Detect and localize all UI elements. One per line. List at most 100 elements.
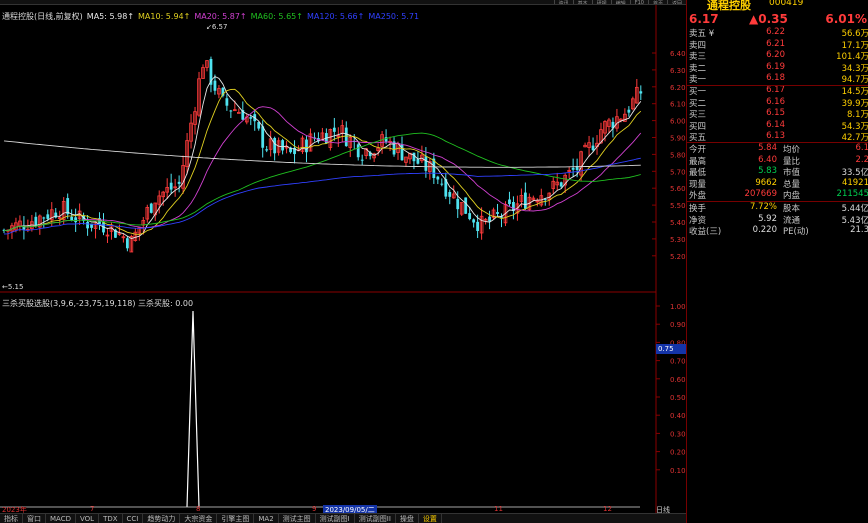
y-tick-label: 6.10 — [670, 101, 686, 109]
candle-body-down — [360, 159, 364, 161]
indicator-tab-11[interactable]: 测试副图I — [316, 514, 355, 523]
ob-label: 卖二 — [689, 63, 707, 74]
indicator-tab-12[interactable]: 测试副图II — [355, 514, 396, 523]
order-book-divider — [687, 85, 868, 86]
cursor-value-box: 0.75 — [656, 344, 686, 354]
stat-value: 211545 — [836, 189, 868, 200]
indicator-tab-9[interactable]: MA2 — [254, 514, 279, 523]
stat-label: 最低 — [689, 168, 707, 179]
stat-value: 207669 — [744, 189, 777, 200]
y-tick-label: 5.30 — [670, 236, 686, 244]
y-tick-label: 6.20 — [670, 84, 686, 92]
stat-value: 21.3 — [850, 225, 868, 236]
stat-label: 净资 — [689, 215, 707, 226]
ind-tick-label: 0.90 — [670, 321, 686, 329]
x-axis-label: 9 — [312, 505, 317, 513]
candle-body-down — [125, 238, 129, 249]
stat-value: 7.72% — [749, 202, 777, 212]
stat-value: 6.40 — [758, 154, 777, 165]
candle-body-down — [456, 198, 460, 210]
indicator-tab-2[interactable]: MACD — [46, 514, 76, 523]
indicator-tab-10[interactable]: 测试主图 — [279, 514, 316, 523]
price-change-pct: 6.01% — [825, 12, 867, 26]
x-axis-label: 7 — [90, 505, 95, 513]
legend-ma10: MA10: 5.94↑ — [138, 12, 191, 21]
stock-code: 000419 — [769, 0, 804, 8]
stat-label: 流通 — [783, 215, 801, 226]
chart-title: 通程控股(日线,前复权) — [2, 12, 83, 21]
candle-body-down — [261, 126, 265, 148]
ob-price: 6.16 — [766, 96, 785, 107]
ob-volume: 14.5万 — [841, 87, 868, 97]
kline-chart-area[interactable]: 6.40 6.30 6.20 6.10 6.00 5.90 5.80 5.70 5.60 5.50… — [0, 5, 686, 513]
stat-row: 换手 7.72% 股本 5.44亿 — [687, 202, 868, 214]
candle-body-down — [416, 159, 420, 164]
order-book-row: 买三 6.15 8.1万 — [687, 108, 868, 120]
stat-value: 5.92 — [758, 213, 777, 224]
ob-label: 买二 — [689, 98, 707, 109]
candle-body-down — [496, 212, 499, 214]
x-axis-label: 8 — [196, 505, 201, 513]
ob-volume: 17.1万 — [841, 40, 868, 51]
ob-volume: 56.6万 — [841, 29, 868, 39]
ob-price: 6.13 — [766, 131, 785, 142]
candle-body-down — [448, 192, 452, 197]
stat-row: 收益(三) 0.220 PE(动) 21.3 — [687, 225, 868, 237]
ma250-line — [3, 140, 641, 168]
stat-label: 换手 — [689, 204, 707, 214]
indicator-tab-4[interactable]: TDX — [99, 514, 123, 523]
indicator-tab-14[interactable]: 设置 — [419, 514, 442, 523]
candle-body-down — [627, 109, 631, 113]
candle-body-down — [356, 144, 360, 158]
indicator-tab-3[interactable]: VOL — [76, 514, 100, 523]
indicator-tab-bar: 指标 窗口 MACD VOL TDX CCI 趋势动力 大宗资金 引擎主图 MA2 测试主图 测试副图… — [0, 513, 686, 523]
order-book-row: 买一 6.17 14.5万 — [687, 85, 868, 97]
legend-ma250: MA250: 5.71 — [368, 12, 420, 21]
ob-volume: 101.4万 — [836, 52, 868, 63]
indicator-tab-13[interactable]: 操盘 — [396, 514, 419, 523]
stat-label: 收益(三) — [689, 227, 722, 238]
stat-label: 均价 — [783, 145, 801, 155]
ind-tick-label: 0.10 — [670, 467, 686, 475]
candle-body-down — [177, 181, 181, 184]
low-price-annotation: ←5.15 — [2, 283, 23, 291]
indicator-tab-7[interactable]: 大宗资金 — [180, 514, 218, 523]
candle-body-down — [543, 199, 547, 201]
indicator-tab-0[interactable]: 指标 — [0, 514, 23, 523]
candle-body-down — [476, 221, 480, 231]
candle-body-down — [305, 139, 308, 153]
ind-tick-label: 0.40 — [670, 412, 686, 420]
indicator-tab-1[interactable]: 窗口 — [23, 514, 46, 523]
ind-tick-label: 0.60 — [670, 376, 686, 384]
ob-label: 卖三 — [689, 52, 707, 63]
stat-label: 市值 — [783, 168, 801, 179]
candle-body-down — [149, 203, 153, 213]
candle-body-down — [229, 110, 233, 112]
stat-value: 5.44亿 — [841, 204, 868, 214]
y-tick-label: 5.90 — [670, 135, 686, 143]
stat-label: 外盘 — [689, 191, 707, 202]
candle-body-down — [559, 182, 563, 187]
ind-tick-label: 0.50 — [670, 394, 686, 402]
stat-value: 0.220 — [752, 225, 777, 236]
y-tick-label: 6.00 — [670, 118, 686, 126]
ob-volume: 54.3万 — [841, 121, 868, 132]
y-tick-label: 6.30 — [670, 67, 686, 75]
candle-body-down — [571, 167, 575, 170]
y-tick-label: 5.40 — [670, 219, 686, 227]
stat-value: 5.43亿 — [841, 215, 868, 226]
stat-row: 现量 9662 总量 41921 — [687, 178, 868, 190]
ob-volume: 8.1万 — [846, 110, 868, 121]
stat-value: 9662 — [755, 177, 777, 188]
stat-row: 今开 5.84 均价 6.1 — [687, 143, 868, 155]
candle-body-down — [249, 117, 253, 119]
x-axis-label: 12 — [603, 505, 612, 513]
indicator-tab-6[interactable]: 趋势动力 — [143, 514, 181, 523]
stat-value: 41921 — [841, 177, 868, 188]
order-book-row: 买二 6.16 39.9万 — [687, 97, 868, 109]
indicator-tab-8[interactable]: 引擎主图 — [217, 514, 255, 523]
indicator-legend: 三杀买股选股(3,9,6,-23,75,19,118) 三杀买股: 0.00 — [2, 299, 194, 308]
kline-chart-svg[interactable]: 6.40 6.30 6.20 6.10 6.00 5.90 5.80 5.70 5.60 5.50… — [0, 5, 686, 513]
stat-label: 量比 — [783, 156, 801, 167]
indicator-tab-5[interactable]: CCI — [123, 514, 144, 523]
